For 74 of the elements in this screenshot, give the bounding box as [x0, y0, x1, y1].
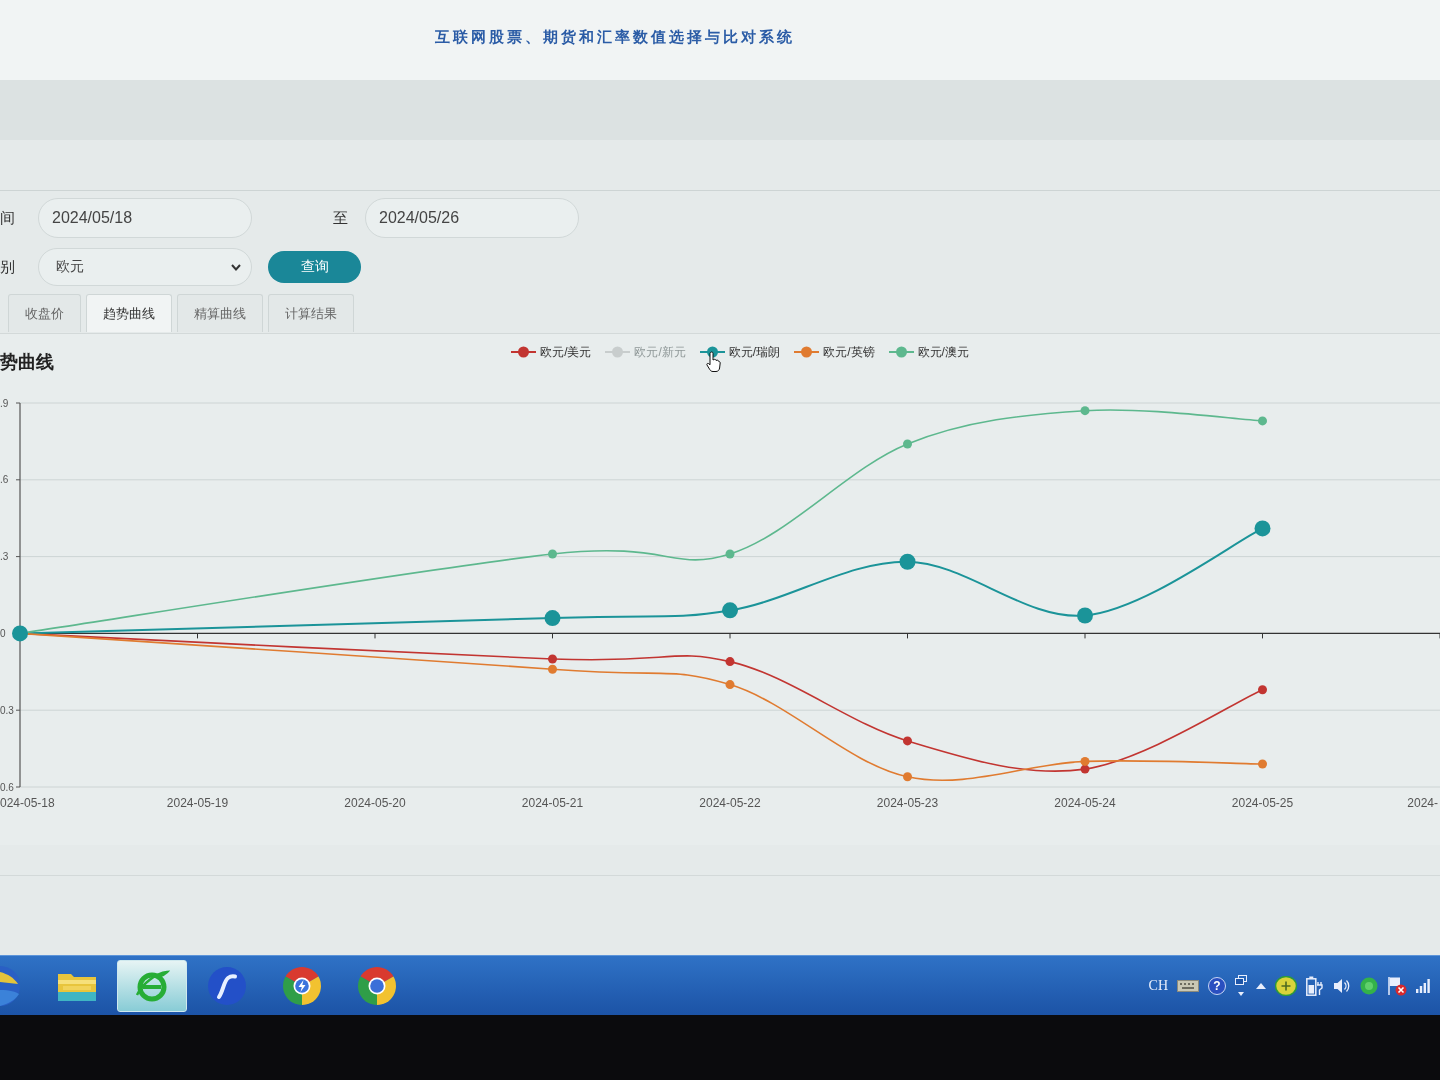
legend-label: 欧元/澳元 [917, 343, 969, 361]
signal-bars-icon[interactable] [1416, 978, 1430, 993]
legend-label: 欧元/美元 [540, 343, 592, 361]
data-point [1077, 607, 1093, 624]
data-point [548, 549, 557, 559]
data-point [725, 657, 735, 667]
language-indicator[interactable]: CH [1148, 977, 1168, 994]
axis-label: .9 [0, 397, 9, 409]
overlapping-windows-icon[interactable] [1235, 974, 1247, 997]
legend-item[interactable]: 欧元/美元 [511, 344, 592, 360]
data-point [1080, 756, 1090, 766]
flag-cross-icon[interactable] [1387, 975, 1407, 996]
keyboard-icon[interactable] [1177, 979, 1199, 992]
data-point [544, 610, 561, 627]
data-point [903, 772, 912, 782]
speaker-icon[interactable] [1333, 976, 1351, 995]
axis-label: 2024- [1407, 796, 1438, 810]
data-point [12, 625, 28, 642]
date-input[interactable]: 2024/05/18 [38, 198, 252, 238]
tab[interactable]: 精算曲线 [177, 294, 263, 332]
legend-item[interactable]: 欧元/瑞朗 [699, 344, 781, 360]
data-point [725, 680, 735, 690]
data-point [722, 602, 738, 619]
start-orb-icon[interactable] [0, 965, 22, 1006]
range-separator: 至 [333, 208, 349, 228]
caret-up-icon[interactable] [1256, 982, 1266, 989]
taskbar-button[interactable] [117, 959, 187, 1012]
disc-swoosh-icon [208, 966, 246, 1005]
wheel-bolt-icon [282, 965, 322, 1006]
site-title: 互联网股票、期货和汇率数值选择与比对系统 [435, 27, 795, 47]
data-point [903, 736, 912, 746]
chevron-down-icon [231, 263, 241, 271]
help-button[interactable]: ? [1208, 976, 1226, 995]
axis-label: 2024-05-21 [521, 796, 584, 810]
axis-label: 024-05-18 [0, 796, 55, 810]
legend-label: 欧元/瑞朗 [728, 343, 781, 361]
data-point [899, 553, 916, 570]
data-point [1258, 416, 1267, 426]
axis-label: 0.3 [0, 704, 14, 716]
tab[interactable]: 计算结果 [268, 294, 354, 332]
chart-title: 势曲线 [0, 351, 54, 373]
axis-label: 0.6 [0, 781, 14, 793]
axis-label: 2024-05-25 [1231, 796, 1294, 810]
data-point [903, 439, 912, 449]
tab[interactable]: 趋势曲线 [86, 294, 172, 332]
status-disc-icon[interactable] [1360, 976, 1378, 995]
axis-label: 2024-05-24 [1054, 796, 1116, 810]
axis-label: 2024-05-23 [876, 796, 939, 810]
data-point [1258, 685, 1267, 695]
data-point [1258, 759, 1267, 769]
date-input[interactable]: 2024/05/26 [365, 198, 579, 238]
axis-label: 2024-05-22 [699, 796, 761, 810]
data-point [548, 654, 557, 664]
legend-label: 欧元/新元 [634, 343, 686, 361]
axis-label: 0 [0, 627, 6, 639]
category-select[interactable]: 欧元 [38, 248, 252, 286]
field-label: 间 [0, 208, 16, 228]
legend-item[interactable]: 欧元/澳元 [888, 344, 969, 360]
data-point [1080, 406, 1090, 416]
data-point [725, 549, 735, 559]
field-label: 别 [0, 257, 16, 277]
hand-cursor-icon [705, 351, 721, 373]
axis-label: 2024-05-19 [166, 796, 229, 810]
battery-plug-icon[interactable] [1306, 975, 1324, 996]
axis-label: .6 [0, 474, 9, 486]
tab[interactable]: 收盘价 [8, 294, 81, 332]
wheel-icon [357, 965, 397, 1006]
legend-item[interactable]: 欧元/英镑 [794, 344, 875, 360]
axis-label: 2024-05-20 [344, 796, 406, 810]
legend-label: 欧元/英镑 [823, 343, 875, 361]
data-point [1254, 520, 1271, 537]
data-point [548, 664, 557, 674]
axis-label: .3 [0, 551, 9, 563]
query-button[interactable]: 查询 [268, 251, 361, 283]
